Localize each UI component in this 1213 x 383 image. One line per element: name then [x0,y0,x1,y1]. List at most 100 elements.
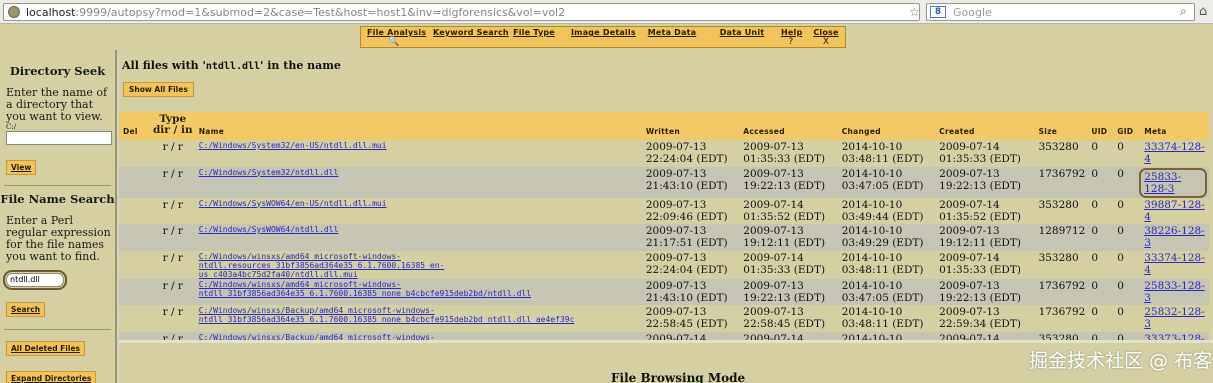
column-header-created[interactable]: Created [935,112,1035,140]
directory-prefix: C:/ [6,123,17,131]
timestamp-line: 22:58:45 (EDT) [645,318,728,330]
file-name-search-title: File Name Search [0,192,115,206]
meta-cell: 25833-128-3 [1140,278,1209,305]
column-header-written[interactable]: Written [641,112,740,140]
table-row[interactable]: r / r C:/Windows/System32/ntdll.dll 2009-0… [119,166,1209,198]
all-deleted-files-button[interactable]: All Deleted Files [6,341,85,356]
timestamp-line: 19:12:11 (EDT) [743,237,826,249]
table-row[interactable]: r / r C:/Windows/winsxs/amd64_microsoft-w… [119,250,1209,279]
show-all-files-button[interactable]: Show All Files [123,82,194,97]
created-cell: 2009-07-14 01:35:33 (EDT) [935,250,1035,279]
table-row[interactable]: r / r C:/Windows/System32/en-US/ntdll.dll… [119,140,1209,167]
column-header-changed[interactable]: Changed [837,112,936,140]
table-row[interactable]: r / r C:/Windows/winsxs/Backup/amd64_micr… [119,305,1209,332]
meta-link[interactable]: 38226-128-3 [1144,225,1205,249]
menu-file-type[interactable]: File Type [503,27,565,47]
table-row[interactable]: r / r C:/Windows/SysWOW64/en-US/ntdll.dll… [119,197,1209,224]
changed-cell: 2014-10-10 03:49:29 (EDT) [837,224,936,251]
timestamp-line: 19:22:13 (EDT) [939,179,1021,192]
address-text[interactable]: localhost:9999/autopsy?mod=1&submod=2&ca… [26,6,565,19]
directory-input[interactable] [6,131,112,145]
table-row[interactable]: r / r C:/Windows/winsxs/amd64_microsoft-w… [119,278,1209,305]
file-path-link[interactable]: ntdll_31bf3856ad364e35_6.1.7600.16385_no… [199,315,640,324]
meta-cell: 25833-128-3 [1139,166,1209,198]
menu-data-unit[interactable]: Data Unit [709,27,775,47]
timestamp-line: 22:59:34 (EDT) [939,318,1021,330]
timestamp-line: 2014-10-10 [841,306,903,318]
timestamp-line: 2009-07-13 [645,167,707,180]
file-path-link[interactable]: C:/Windows/winsxs/amd64_microsoft-window… [199,252,640,270]
timestamp-line: 2014-10-10 [841,279,903,292]
file-path-link[interactable]: C:/Windows/winsxs/amd64_microsoft-window… [199,280,640,289]
uid-cell: 0 [1087,224,1114,251]
file-path-link[interactable]: C:/Windows/System32/ntdll.dll [199,168,640,177]
timestamp-line: 2009-07-13 [939,306,1000,318]
timestamp-line: 2009-07-13 [645,141,707,153]
meta-cell: 25832-128-3 [1140,305,1209,332]
timestamp-line: 03:48:11 (EDT) [841,153,924,165]
timestamp-line: 22:58:45 (EDT) [743,318,826,330]
timestamp-line: 03:47:05 (EDT) [841,179,924,192]
menu-label: Data Unit [719,28,765,37]
column-header-meta[interactable]: Meta [1140,112,1209,140]
file-path-link[interactable]: us_c403a4bc75d2fa40/ntdll.dll.mui [199,270,640,279]
menu-help[interactable]: Help? [775,27,807,47]
menu-label: Keyword Search [433,28,509,37]
view-button[interactable]: View [6,160,37,175]
search-placeholder[interactable]: Google [953,6,992,19]
file-path-link[interactable]: C:/Windows/SysWOW64/en-US/ntdll.dll.mui [199,199,640,208]
column-header-name[interactable]: Name [194,112,642,140]
meta-link[interactable]: 33374-128-4 [1144,252,1205,276]
file-browsing-mode-title: File Browsing Mode [611,371,746,383]
timestamp-line: 2009-07-14 [939,141,1000,153]
accessed-cell: 2009-07-14 01:35:52 (EDT) [739,197,838,224]
meta-link[interactable]: 39887-128-4 [1144,199,1205,223]
home-icon[interactable]: ⌂ [1199,4,1207,19]
gid-cell: 0 [1113,140,1141,167]
help-icon: ? [788,37,794,47]
menu-image-details[interactable]: Image Details [565,27,636,47]
file-path-link[interactable]: C:/Windows/SysWOW64/ntdll.dll [199,225,640,234]
menu-meta-data[interactable]: Meta Data [635,27,709,47]
expand-directories-button[interactable]: Expand Directories [6,371,97,383]
timestamp-line: 19:22:13 (EDT) [939,291,1021,304]
file-name-input[interactable]: ntdll.dll [3,270,67,290]
column-header-type: Type dir / in [148,112,195,140]
column-header-gid[interactable]: GID [1113,112,1141,140]
column-header-uid[interactable]: UID [1087,112,1114,140]
uid-cell: 0 [1087,250,1114,279]
timestamp-line: 2009-07-14 [743,251,804,264]
address-bar[interactable]: localhost:9999/autopsy?mod=1&submod=2&ca… [3,3,920,21]
directory-seek-title: Directory Seek [9,64,106,78]
site-icon [8,6,20,18]
changed-cell: 2014-10-10 03:48:11 (EDT) [837,305,936,332]
del-cell [119,250,149,279]
timestamp-line: 19:22:13 (EDT) [743,291,826,304]
table-row[interactable]: r / r C:/Windows/SysWOW64/ntdll.dll 2009-0… [119,224,1209,251]
column-header-accessed[interactable]: Accessed [739,112,838,140]
search-button[interactable]: Search [6,302,46,317]
search-icon[interactable]: ⌕ [1180,4,1187,19]
timestamp-line: 2009-07-13 [743,167,804,180]
search-engine-icon[interactable]: 8 [930,6,946,18]
menu-close[interactable]: Close X [807,27,845,47]
file-path-link[interactable]: C:/Windows/winsxs/Backup/amd64_microsoft… [199,306,640,315]
file-path-link[interactable]: ntdll_31bf3856ad364e35_6.1.7600.16385_no… [199,289,640,298]
close-icon: X [822,37,830,47]
bookmark-star-icon[interactable]: ☆ [909,5,920,19]
meta-link[interactable]: 33374-128-4 [1144,141,1205,165]
name-cell: C:/Windows/System32/en-US/ntdll.dll.mui [194,140,642,167]
file-path-link[interactable]: C:/Windows/System32/en-US/ntdll.dll.mui [199,141,640,150]
column-header-size[interactable]: Size [1034,112,1088,140]
menu-file-analysis[interactable]: File Analysis 🔍 [361,27,427,47]
timestamp-line: 03:49:44 (EDT) [841,210,924,223]
meta-link[interactable]: 25832-128-3 [1144,306,1205,330]
meta-cell: 33374-128-4 [1140,250,1209,279]
meta-link[interactable]: 25833-128-3 [1144,171,1181,195]
menu-keyword-search[interactable]: Keyword Search [427,27,509,47]
size-cell: 1736792 [1034,305,1088,332]
meta-link[interactable]: 25833-128-3 [1144,280,1205,304]
browser-search-box[interactable]: 8 Google ⌕ [926,3,1195,21]
timestamp-line: 01:35:33 (EDT) [743,153,826,165]
written-cell: 2009-07-13 22:58:45 (EDT) [641,305,740,332]
